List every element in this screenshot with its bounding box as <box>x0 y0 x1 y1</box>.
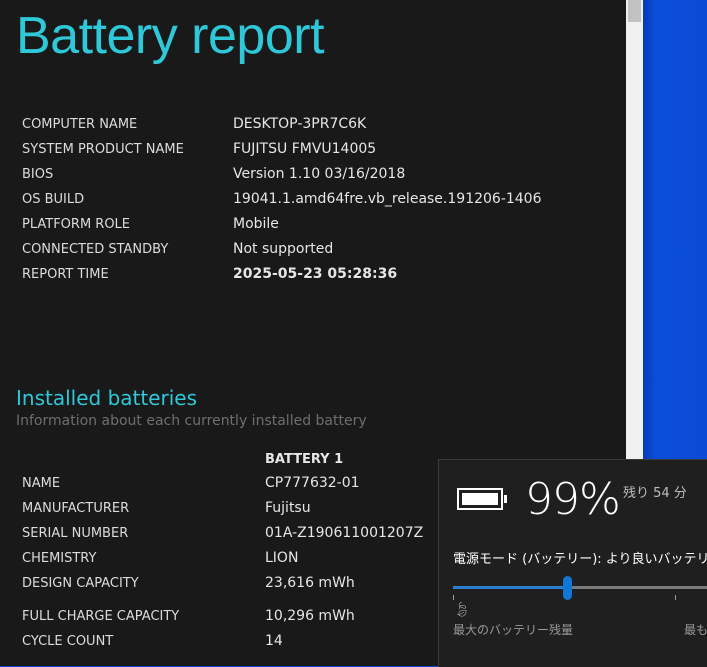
battery-value: 10,296 mWh <box>265 608 355 624</box>
slider-tick <box>453 595 454 600</box>
slider-tick <box>675 595 676 600</box>
info-value: Mobile <box>233 216 279 232</box>
info-label: PLATFORM ROLE <box>22 217 131 232</box>
battery-value: Fujitsu <box>265 500 311 516</box>
info-value: Not supported <box>233 241 334 257</box>
battery-label: SERIAL NUMBER <box>22 526 129 541</box>
info-value: 2025-05-23 05:28:36 <box>233 266 398 282</box>
scrollbar-thumb[interactable] <box>628 0 641 22</box>
info-value: FUJITSU FMVU14005 <box>233 141 377 157</box>
slider-thumb[interactable] <box>563 576 573 600</box>
power-mode-slider[interactable] <box>453 576 707 600</box>
slider-fill <box>453 586 568 589</box>
power-mode-label: 電源モード (バッテリー): より良いバッテリー <box>453 552 707 567</box>
battery-label: DESIGN CAPACITY <box>22 576 139 591</box>
slider-left-label: 最大のバッテリー残量 <box>453 623 574 637</box>
battery-label: FULL CHARGE CAPACITY <box>22 609 180 624</box>
info-label: BIOS <box>22 167 54 182</box>
info-label: OS BUILD <box>22 192 85 207</box>
battery-flyout: 99% 残り 54 分 電源モード (バッテリー): より良いバッテリー 🍃︎ … <box>438 459 707 667</box>
info-value: DESKTOP-3PR7C6K <box>233 116 367 132</box>
battery-percent: 99% <box>525 474 621 525</box>
battery-value: CP777632-01 <box>265 475 360 491</box>
battery-label: CHEMISTRY <box>22 551 97 566</box>
info-label: SYSTEM PRODUCT NAME <box>22 142 184 157</box>
battery-value: LION <box>265 550 299 566</box>
info-value: Version 1.10 03/16/2018 <box>233 166 406 182</box>
info-value: 19041.1.amd64fre.vb_release.191206-1406 <box>233 191 542 207</box>
battery-column-header: BATTERY 1 <box>265 452 344 467</box>
info-label: COMPUTER NAME <box>22 117 138 132</box>
battery-value: 01A-Z190611001207Z <box>265 525 424 541</box>
battery-label: NAME <box>22 476 61 491</box>
time-remaining: 残り 54 分 <box>623 486 687 501</box>
slider-right-label: 最も高 <box>684 623 707 637</box>
battery-value: 23,616 mWh <box>265 575 355 591</box>
info-label: REPORT TIME <box>22 267 109 282</box>
info-label: CONNECTED STANDBY <box>22 242 169 257</box>
page-title: Battery report <box>16 7 325 65</box>
battery-icon <box>457 488 507 510</box>
leaf-icon: 🍃︎ <box>453 602 471 618</box>
installed-batteries-subtitle: Information about each currently install… <box>16 413 367 429</box>
installed-batteries-heading: Installed batteries <box>16 386 198 410</box>
battery-label: MANUFACTURER <box>22 501 130 516</box>
battery-value: 14 <box>265 633 283 649</box>
battery-label: CYCLE COUNT <box>22 634 114 649</box>
